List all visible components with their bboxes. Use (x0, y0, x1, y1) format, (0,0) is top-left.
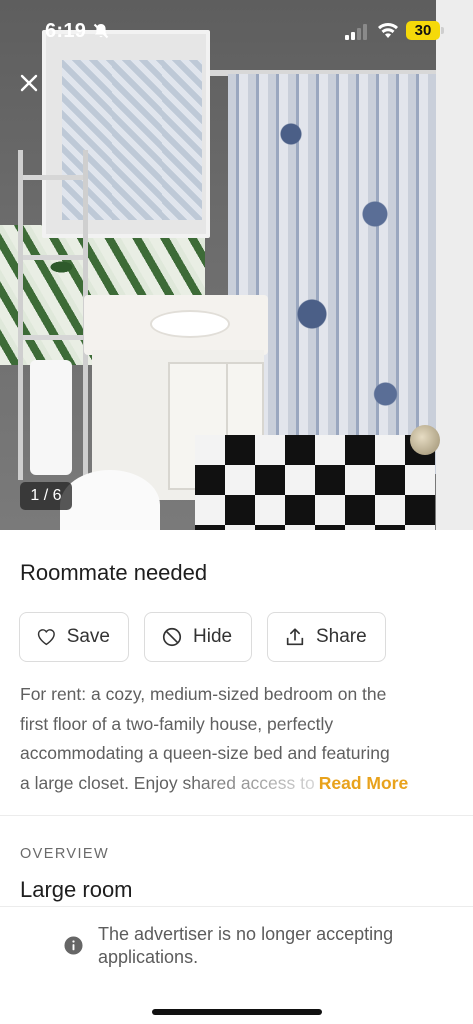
description-line: first floor of a two-family house, perfe… (20, 713, 334, 734)
hide-label: Hide (193, 626, 233, 647)
block-icon (162, 627, 182, 647)
description-faded-text: a large closet. Enjoy shared access to (20, 769, 315, 799)
photo-door-knob (410, 425, 440, 455)
status-time: 6:19 (45, 20, 87, 42)
share-button[interactable]: Share (267, 612, 386, 662)
image-counter: 1 / 6 (20, 482, 72, 510)
battery-icon: 30 (406, 21, 440, 40)
overview-heading: OVERVIEW (20, 846, 110, 862)
photo-checkered-floor (195, 435, 435, 530)
heart-icon (37, 629, 55, 646)
description-line: accommodating a queen-size bed and featu… (20, 743, 390, 763)
bell-off-icon (93, 23, 109, 39)
close-button[interactable] (14, 68, 44, 98)
listing-photo[interactable] (0, 0, 473, 530)
photo-toilet-tank (30, 360, 72, 475)
photo-shelf (23, 255, 83, 260)
save-button[interactable]: Save (19, 612, 129, 662)
photo-shelf (23, 335, 83, 340)
description-last-line: a large closet. Enjoy shared access to Re… (20, 769, 460, 799)
notice-text: The advertiser is no longer accepting ap… (98, 924, 394, 967)
hide-button[interactable]: Hide (144, 612, 252, 662)
notice-panel: The advertiser is no longer accepting ap… (0, 906, 473, 1024)
share-label: Share (316, 626, 367, 647)
wifi-icon (378, 23, 398, 38)
signal-icon (345, 24, 367, 40)
overview-room-size: Large room (20, 877, 133, 902)
close-icon (20, 74, 38, 92)
home-indicator[interactable] (152, 1009, 322, 1015)
section-divider (0, 815, 473, 816)
share-icon (286, 628, 304, 646)
photo-sink (150, 310, 230, 338)
photo-mirror-panel (112, 60, 162, 220)
photo-mirror-panel (162, 60, 202, 220)
listing-description: For rent: a cozy, medium-sized bedroom o… (20, 680, 460, 798)
action-buttons: Save Hide Share (19, 612, 386, 662)
description-line: For rent: a cozy, medium-sized bedroom o… (20, 684, 387, 704)
read-more-link[interactable]: Read More (319, 773, 408, 793)
save-label: Save (66, 626, 110, 647)
listing-title: Roommate needed (20, 560, 208, 585)
status-bar: 6:19 30 (0, 0, 473, 62)
photo-shelf (23, 175, 83, 180)
info-icon (64, 936, 83, 955)
photo-door (436, 0, 473, 530)
battery-nub (441, 27, 444, 34)
